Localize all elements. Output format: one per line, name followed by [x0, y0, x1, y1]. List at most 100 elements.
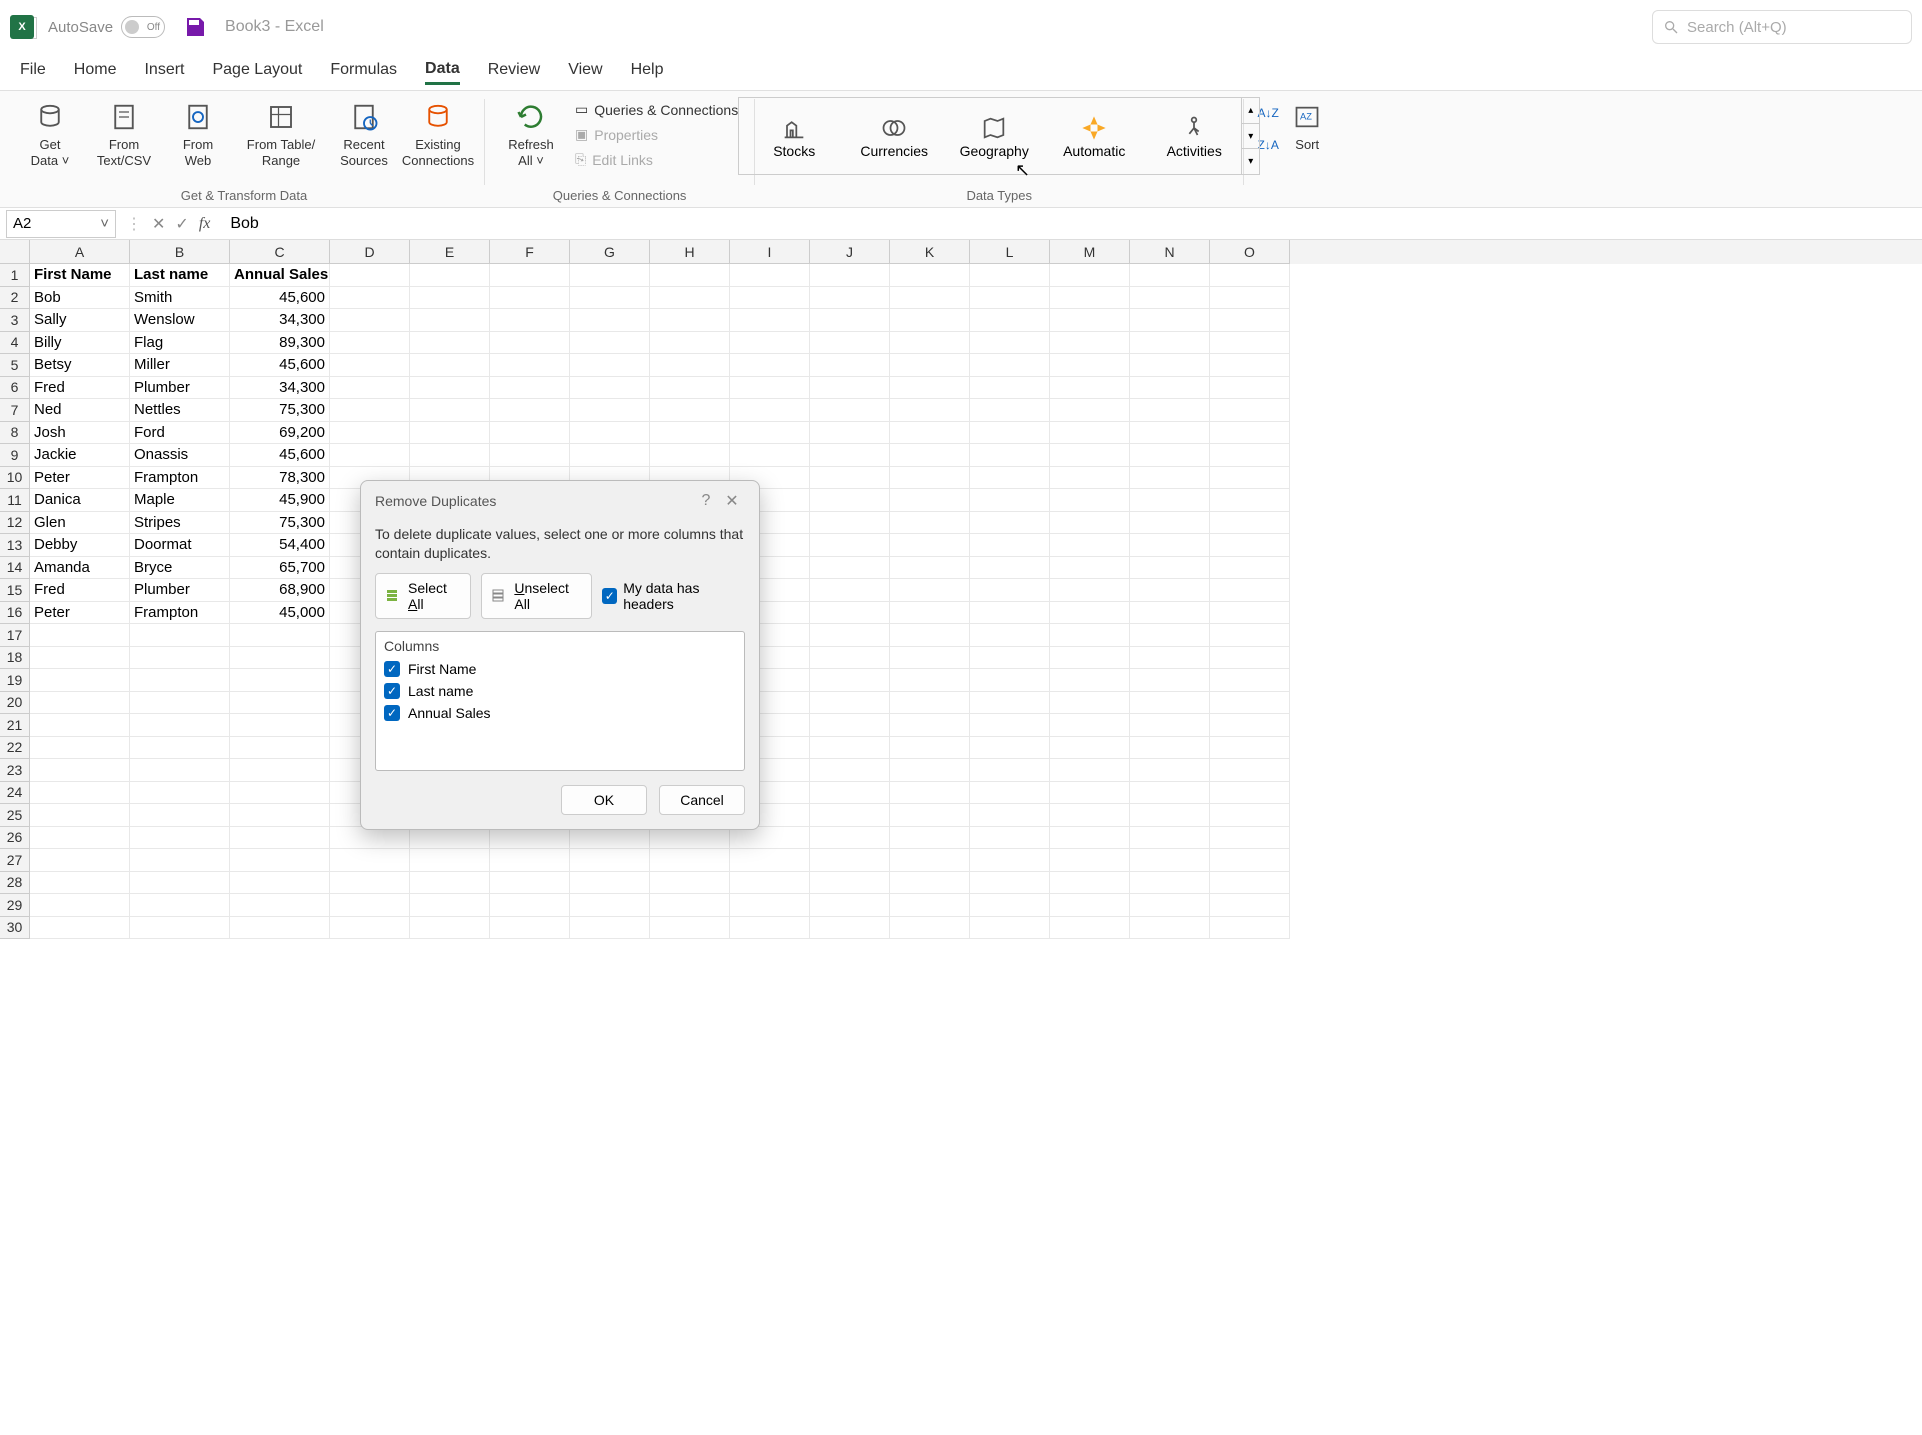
cell[interactable]: Peter — [30, 602, 130, 625]
cell[interactable]: Miller — [130, 354, 230, 377]
cell[interactable] — [970, 782, 1050, 805]
cell[interactable] — [970, 467, 1050, 490]
cell[interactable]: Last name — [130, 264, 230, 287]
cell[interactable] — [1130, 512, 1210, 535]
cell[interactable] — [970, 377, 1050, 400]
cell[interactable] — [490, 309, 570, 332]
cell[interactable] — [890, 399, 970, 422]
cell[interactable] — [810, 827, 890, 850]
cell[interactable] — [1050, 849, 1130, 872]
cell[interactable]: Jackie — [30, 444, 130, 467]
cell[interactable] — [1130, 602, 1210, 625]
queries-connections-link[interactable]: ▭Queries & Connections — [569, 97, 744, 122]
tab-data[interactable]: Data — [425, 60, 460, 85]
cell[interactable] — [1050, 399, 1130, 422]
cell[interactable] — [890, 557, 970, 580]
cell[interactable] — [570, 422, 650, 445]
cell[interactable] — [410, 399, 490, 422]
ribbon-from-table--button[interactable]: From Table/Range — [236, 95, 326, 168]
cell[interactable]: Sally — [30, 309, 130, 332]
cell[interactable] — [30, 737, 130, 760]
cell[interactable] — [810, 264, 890, 287]
ribbon-existing-button[interactable]: ExistingConnections — [402, 95, 474, 168]
cell[interactable] — [230, 692, 330, 715]
cell[interactable] — [810, 444, 890, 467]
cell[interactable] — [970, 557, 1050, 580]
cell[interactable] — [1050, 264, 1130, 287]
cell[interactable] — [1050, 872, 1130, 895]
cell[interactable] — [1130, 287, 1210, 310]
cell[interactable] — [970, 332, 1050, 355]
cell[interactable] — [30, 714, 130, 737]
cell[interactable] — [650, 917, 730, 940]
row-header[interactable]: 1 — [0, 264, 30, 287]
cell[interactable] — [970, 512, 1050, 535]
cell[interactable] — [1050, 737, 1130, 760]
datatype-stocks[interactable]: Stocks — [749, 113, 839, 159]
row-header[interactable]: 23 — [0, 759, 30, 782]
cell[interactable] — [810, 377, 890, 400]
data-types-gallery[interactable]: StocksCurrenciesGeographyAutomaticActivi… — [738, 97, 1260, 175]
cell[interactable] — [970, 759, 1050, 782]
row-header[interactable]: 5 — [0, 354, 30, 377]
cell[interactable]: Onassis — [130, 444, 230, 467]
cell[interactable] — [1050, 512, 1130, 535]
cell[interactable] — [1050, 714, 1130, 737]
cell[interactable] — [1130, 894, 1210, 917]
cell[interactable] — [810, 579, 890, 602]
cell[interactable] — [230, 737, 330, 760]
cell[interactable] — [650, 377, 730, 400]
cell[interactable] — [30, 849, 130, 872]
row-header[interactable]: 3 — [0, 309, 30, 332]
cell[interactable] — [490, 377, 570, 400]
cell[interactable] — [970, 624, 1050, 647]
cell[interactable] — [890, 917, 970, 940]
cell[interactable] — [1130, 692, 1210, 715]
cell[interactable] — [650, 354, 730, 377]
row-header[interactable]: 13 — [0, 534, 30, 557]
headers-checkbox[interactable]: ✓ My data has headers — [602, 580, 745, 612]
column-header-M[interactable]: M — [1050, 240, 1130, 264]
cell[interactable] — [1210, 759, 1290, 782]
cell[interactable] — [130, 759, 230, 782]
cell[interactable] — [810, 782, 890, 805]
cell[interactable] — [1130, 534, 1210, 557]
cell[interactable] — [330, 332, 410, 355]
cell[interactable] — [730, 287, 810, 310]
row-header[interactable]: 7 — [0, 399, 30, 422]
cell[interactable] — [490, 917, 570, 940]
cell[interactable] — [1130, 647, 1210, 670]
column-checkbox-last-name[interactable]: ✓Last name — [384, 680, 736, 702]
cell[interactable] — [1210, 444, 1290, 467]
cell[interactable] — [410, 827, 490, 850]
cell[interactable] — [410, 287, 490, 310]
cell[interactable] — [490, 264, 570, 287]
cell[interactable] — [130, 669, 230, 692]
cell[interactable] — [30, 759, 130, 782]
cell[interactable] — [410, 894, 490, 917]
ribbon-recent-button[interactable]: RecentSources — [328, 95, 400, 168]
cell[interactable] — [810, 332, 890, 355]
cell[interactable] — [1130, 377, 1210, 400]
cell[interactable] — [650, 287, 730, 310]
cell[interactable] — [1210, 557, 1290, 580]
tab-insert[interactable]: Insert — [144, 61, 184, 83]
cell[interactable] — [730, 894, 810, 917]
cell[interactable] — [1130, 827, 1210, 850]
cell[interactable]: Billy — [30, 332, 130, 355]
cell[interactable] — [1050, 804, 1130, 827]
cell[interactable] — [890, 647, 970, 670]
cell[interactable] — [970, 287, 1050, 310]
row-header[interactable]: 2 — [0, 287, 30, 310]
cell[interactable]: Ned — [30, 399, 130, 422]
tab-help[interactable]: Help — [631, 61, 664, 83]
cell[interactable] — [330, 422, 410, 445]
cell[interactable] — [1210, 489, 1290, 512]
cell[interactable] — [970, 827, 1050, 850]
cell[interactable] — [1130, 399, 1210, 422]
cell[interactable] — [330, 377, 410, 400]
help-icon[interactable]: ? — [693, 492, 719, 510]
cell[interactable]: 75,300 — [230, 512, 330, 535]
ok-button[interactable]: OK — [561, 785, 647, 815]
cell[interactable] — [130, 872, 230, 895]
